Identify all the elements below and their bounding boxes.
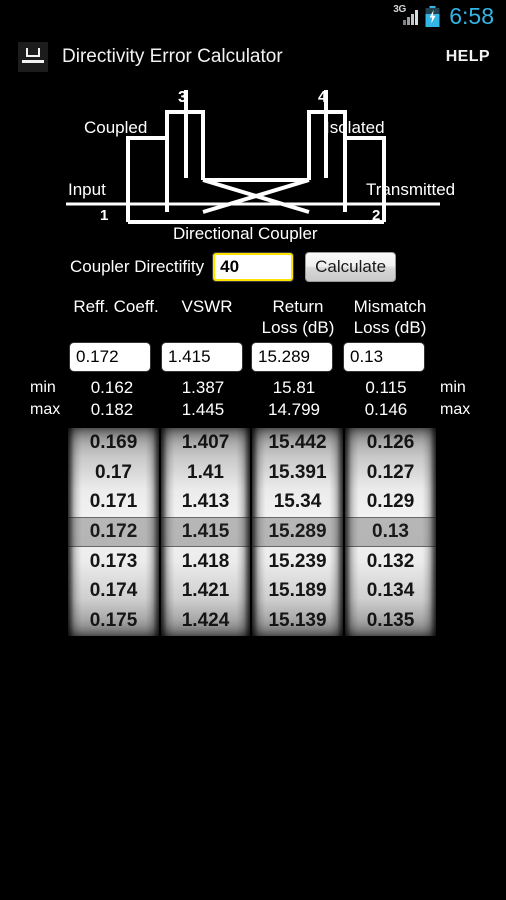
port-2-label: 2 bbox=[372, 207, 380, 224]
col3-line2: Loss (dB) bbox=[353, 318, 427, 337]
signal-bars-icon bbox=[403, 10, 419, 25]
calculate-button[interactable]: Calculate bbox=[305, 252, 397, 282]
max-mismatch-loss: 0.146 bbox=[364, 400, 408, 419]
clock-time: 6:58 bbox=[449, 2, 494, 29]
wheel-item[interactable]: 1.424 bbox=[161, 606, 250, 636]
diagram-caption: Directional Coupler bbox=[173, 224, 318, 242]
port-4-label: 4 bbox=[318, 89, 327, 106]
max-return-loss: 14.799 bbox=[268, 400, 320, 419]
min-label-left: min bbox=[30, 379, 56, 396]
status-bar: 3G 6:58 bbox=[0, 0, 506, 32]
port-1-label: 1 bbox=[100, 207, 108, 224]
directivity-label: Coupler Directifity bbox=[70, 257, 205, 276]
signal-icon: 3G bbox=[393, 4, 419, 27]
min-reflection-coefficient: 0.162 bbox=[90, 378, 134, 397]
min-return-loss: 15.81 bbox=[272, 378, 316, 397]
results-value-row bbox=[70, 343, 506, 371]
wheel-item[interactable]: 0.135 bbox=[345, 606, 436, 636]
wheel-item[interactable]: 0.134 bbox=[345, 576, 436, 606]
wheel-item[interactable]: 0.129 bbox=[345, 487, 436, 517]
min-row: min 0.162 1.387 15.81 0.115 min bbox=[30, 378, 506, 398]
wheel-item[interactable]: 15.34 bbox=[252, 487, 343, 517]
column-header-return-loss: Return Loss (dB) bbox=[252, 296, 344, 338]
max-label-right: max bbox=[440, 401, 471, 418]
wheel-item[interactable]: 0.169 bbox=[68, 428, 159, 458]
wheel-item[interactable]: 15.239 bbox=[252, 547, 343, 577]
wheel-item[interactable]: 0.126 bbox=[345, 428, 436, 458]
results-header-row: Reff. Coeff. VSWR Return Loss (dB) Misma… bbox=[70, 296, 506, 338]
col2-line1: Return bbox=[272, 297, 324, 316]
transmitted-label: Transmitted bbox=[366, 180, 455, 199]
vswr-field[interactable] bbox=[162, 343, 242, 371]
return-loss-field[interactable] bbox=[252, 343, 332, 371]
wheel-item-selected[interactable]: 0.172 bbox=[68, 517, 159, 547]
column-header-reflection-coefficient: Reff. Coeff. bbox=[70, 296, 162, 338]
mismatch-loss-field[interactable] bbox=[344, 343, 424, 371]
wheel-item[interactable]: 0.175 bbox=[68, 606, 159, 636]
column-header-vswr: VSWR bbox=[162, 296, 252, 338]
results-section: Reff. Coeff. VSWR Return Loss (dB) Misma… bbox=[0, 296, 506, 420]
value-picker-wheels[interactable]: 0.169 0.17 0.171 0.172 0.173 0.174 0.175 1.407… bbox=[68, 428, 437, 636]
battery-charging-icon bbox=[425, 5, 440, 27]
coupler-schematic-svg: 3 4 Coupled Isolated Input Transmitted 1… bbox=[66, 89, 455, 242]
min-mismatch-loss: 0.115 bbox=[365, 378, 407, 397]
wheel-item[interactable]: 1.421 bbox=[161, 576, 250, 606]
wheel-item[interactable]: 0.127 bbox=[345, 458, 436, 488]
directional-coupler-diagram: 3 4 Coupled Isolated Input Transmitted 1… bbox=[0, 82, 506, 242]
wheel-item[interactable]: 0.17 bbox=[68, 458, 159, 488]
coupler-directivity-input[interactable] bbox=[213, 253, 294, 281]
max-reflection-coefficient: 0.182 bbox=[90, 400, 134, 419]
col0-line1: Reff. Coeff. bbox=[73, 297, 159, 316]
max-vswr: 1.445 bbox=[181, 400, 225, 419]
directivity-input-row: Coupler Directifity Calculate bbox=[0, 252, 506, 282]
coupler-icon[interactable] bbox=[18, 42, 48, 72]
wheel-item-selected[interactable]: 15.289 bbox=[252, 517, 344, 547]
wheel-item[interactable]: 1.407 bbox=[161, 428, 250, 458]
wheel-item[interactable]: 1.413 bbox=[161, 487, 250, 517]
wheel-item[interactable]: 0.174 bbox=[68, 576, 159, 606]
port-3-label: 3 bbox=[178, 89, 187, 106]
return-loss-wheel[interactable]: 15.442 15.391 15.34 15.289 15.239 15.189 15.13… bbox=[252, 428, 344, 636]
wheel-item[interactable]: 15.391 bbox=[252, 458, 343, 488]
column-header-mismatch-loss: Mismatch Loss (dB) bbox=[344, 296, 436, 338]
page-title: Directivity Error Calculator bbox=[62, 46, 283, 67]
action-bar: Directivity Error Calculator HELP bbox=[0, 32, 506, 82]
vswr-wheel[interactable]: 1.407 1.41 1.413 1.415 1.418 1.421 1.424 bbox=[161, 428, 251, 636]
coupled-label: Coupled bbox=[84, 118, 147, 137]
wheel-item-selected[interactable]: 0.13 bbox=[345, 517, 437, 547]
wheel-item[interactable]: 0.173 bbox=[68, 547, 159, 577]
wheel-item[interactable]: 0.171 bbox=[68, 487, 159, 517]
min-vswr: 1.387 bbox=[181, 378, 225, 397]
wheel-item[interactable]: 1.418 bbox=[161, 547, 250, 577]
reflection-coefficient-field[interactable] bbox=[70, 343, 150, 371]
col3-line1: Mismatch bbox=[353, 297, 427, 316]
isolated-label: Isolated bbox=[325, 118, 385, 137]
col2-line2: Loss (dB) bbox=[261, 318, 335, 337]
mismatch-loss-wheel[interactable]: 0.126 0.127 0.129 0.13 0.132 0.134 0.135 bbox=[345, 428, 437, 636]
wheel-item[interactable]: 15.442 bbox=[252, 428, 343, 458]
input-label: Input bbox=[68, 180, 106, 199]
min-label-right: min bbox=[440, 379, 466, 396]
col1-line1: VSWR bbox=[181, 297, 233, 316]
wheel-item[interactable]: 15.189 bbox=[252, 576, 343, 606]
wheel-item[interactable]: 15.139 bbox=[252, 606, 343, 636]
wheel-item-selected[interactable]: 1.415 bbox=[161, 517, 251, 547]
max-row: max 0.182 1.445 14.799 0.146 max bbox=[30, 400, 506, 420]
wheel-item[interactable]: 1.41 bbox=[161, 458, 250, 488]
max-label-left: max bbox=[30, 401, 61, 418]
reflection-coefficient-wheel[interactable]: 0.169 0.17 0.171 0.172 0.173 0.174 0.175 bbox=[68, 428, 159, 636]
wheel-item[interactable]: 0.132 bbox=[345, 547, 436, 577]
help-button[interactable]: HELP bbox=[446, 48, 490, 66]
